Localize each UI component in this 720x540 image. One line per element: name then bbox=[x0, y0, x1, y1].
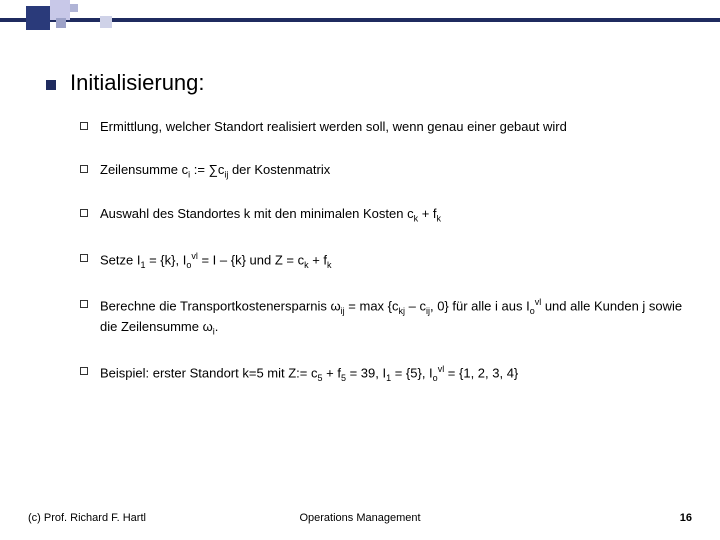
deco-square-icon bbox=[50, 0, 70, 20]
bullet-list: Ermittlung, welcher Standort realisiert … bbox=[80, 118, 690, 385]
square-bullet-icon bbox=[46, 80, 56, 90]
list-item: Setze I1 = {k}, Iovl = I – {k} und Z = c… bbox=[80, 250, 690, 272]
footer-left: (c) Prof. Richard F. Hartl bbox=[28, 512, 146, 524]
footer: (c) Prof. Richard F. Hartl Operations Ma… bbox=[0, 512, 720, 524]
hollow-square-bullet-icon bbox=[80, 165, 88, 173]
page-number: 16 bbox=[680, 512, 692, 524]
hollow-square-bullet-icon bbox=[80, 367, 88, 375]
footer-center: Operations Management bbox=[299, 512, 420, 524]
list-item: Auswahl des Standortes k mit den minimal… bbox=[80, 205, 690, 226]
slide: Initialisierung: Ermittlung, welcher Sta… bbox=[0, 0, 720, 540]
list-item-text: Ermittlung, welcher Standort realisiert … bbox=[100, 118, 567, 137]
list-item-text: Berechne die Transportkostenersparnis ωi… bbox=[100, 296, 690, 339]
hollow-square-bullet-icon bbox=[80, 209, 88, 217]
deco-square-icon bbox=[100, 16, 112, 28]
list-item-text: Setze I1 = {k}, Iovl = I – {k} und Z = c… bbox=[100, 250, 332, 272]
hollow-square-bullet-icon bbox=[80, 300, 88, 308]
heading-row: Initialisierung: bbox=[46, 70, 690, 96]
header-decoration bbox=[0, 0, 720, 26]
list-item: Beispiel: erster Standort k=5 mit Z:= c5… bbox=[80, 363, 690, 385]
list-item: Berechne die Transportkostenersparnis ωi… bbox=[80, 296, 690, 339]
heading-text: Initialisierung: bbox=[70, 70, 205, 96]
list-item: Zeilensumme ci := ∑cij der Kostenmatrix bbox=[80, 161, 690, 182]
deco-square-icon bbox=[26, 6, 50, 30]
list-item: Ermittlung, welcher Standort realisiert … bbox=[80, 118, 690, 137]
deco-square-icon bbox=[70, 4, 78, 12]
hollow-square-bullet-icon bbox=[80, 122, 88, 130]
deco-square-icon bbox=[56, 18, 66, 28]
list-item-text: Auswahl des Standortes k mit den minimal… bbox=[100, 205, 441, 226]
hollow-square-bullet-icon bbox=[80, 254, 88, 262]
list-item-text: Beispiel: erster Standort k=5 mit Z:= c5… bbox=[100, 363, 518, 385]
list-item-text: Zeilensumme ci := ∑cij der Kostenmatrix bbox=[100, 161, 330, 182]
content-area: Initialisierung: Ermittlung, welcher Sta… bbox=[46, 70, 690, 409]
